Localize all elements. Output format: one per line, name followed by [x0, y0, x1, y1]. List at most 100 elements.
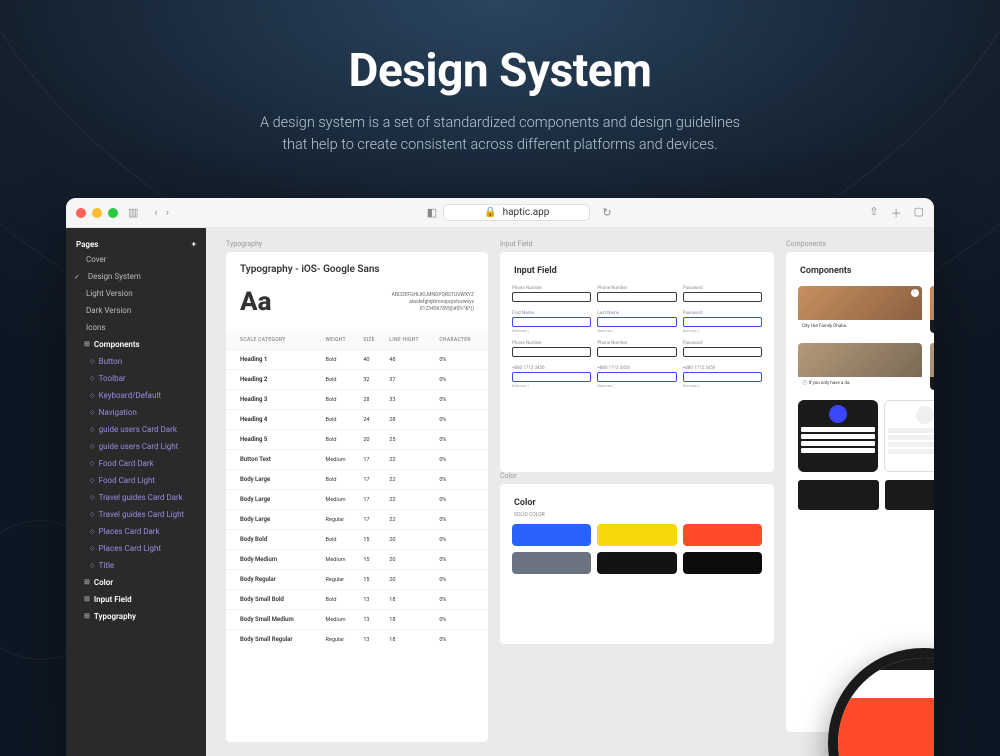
input-field-spec[interactable]: +880 1712 3456Bahman | — [683, 366, 762, 388]
nav-preview-light[interactable] — [884, 400, 934, 472]
input-field-spec[interactable]: PasswordBahman | — [683, 311, 762, 333]
browser-window: ▥ ‹ › ◧ 🔒 haptic.app ↻ ⇧ ＋ ▢ Pages+ Cove… — [66, 198, 934, 756]
sidebar-toggle-icon[interactable]: ▥ — [128, 206, 138, 219]
input-field-spec[interactable]: +880 1712 3456Bahman | — [597, 366, 676, 388]
input-field-spec[interactable]: Phone Number — [512, 286, 591, 303]
figma-sidebar[interactable]: Pages+ CoverDesign SystemLight VersionDa… — [66, 228, 206, 756]
forward-button[interactable]: › — [166, 206, 169, 219]
type-sample: Aa — [240, 287, 271, 317]
panel-label: Typography — [226, 240, 262, 248]
guide-card-light[interactable]: 🕐 If you only have a da — [798, 343, 922, 390]
sidebar-section-pages: Pages+ — [66, 236, 206, 251]
shield-icon[interactable]: ◧ — [427, 206, 437, 219]
sidebar-component-item[interactable]: guide users Card Light — [66, 438, 206, 455]
sidebar-component-item[interactable]: Navigation — [66, 404, 206, 421]
color-swatch[interactable] — [597, 524, 676, 546]
food-card-dark[interactable]: City Hut Family Dhaba — [930, 286, 934, 333]
input-field-spec[interactable]: Password — [683, 341, 762, 358]
type-scale-row: Heading 5Bold20250% — [226, 430, 488, 450]
sidebar-component-item[interactable]: Food Card Light — [66, 472, 206, 489]
sidebar-component-item[interactable]: Travel guides Card Dark — [66, 489, 206, 506]
type-scale-row: Body Small MediumMedium13180% — [226, 610, 488, 630]
input-field-spec[interactable]: Password — [683, 286, 762, 303]
color-swatch[interactable] — [597, 552, 676, 574]
alphabet-sample: ABCDEFGHIJKLMNOPQRSTUVWXYZ abcdefghijklm… — [392, 292, 474, 313]
type-scale-row: Body MediumMedium15200% — [226, 550, 488, 570]
panel-label: Components — [786, 240, 826, 248]
input-field-spec[interactable]: Phone Number — [512, 341, 591, 358]
input-field-title: Input Field — [500, 252, 774, 286]
guide-card-dark[interactable]: 🕐 If you only have a da — [930, 343, 934, 390]
sidebar-component-item[interactable]: Places Card Dark — [66, 523, 206, 540]
figma-canvas[interactable]: Typography Typography - iOS- Google Sans… — [206, 228, 934, 756]
sidebar-component-item[interactable]: Food Card Dark — [66, 455, 206, 472]
sidebar-component-item[interactable]: Button — [66, 353, 206, 370]
type-scale-row: Heading 3Bold28330% — [226, 390, 488, 410]
traffic-lights[interactable] — [76, 208, 118, 218]
sidebar-frame-item[interactable]: Input Field — [66, 591, 206, 608]
input-field-spec[interactable]: Last NameBahman | — [597, 311, 676, 333]
type-scale-row: Body Small BoldBold13180% — [226, 590, 488, 610]
heart-icon[interactable] — [911, 289, 919, 297]
url-text: haptic.app — [503, 207, 550, 218]
input-field-spec[interactable]: +880 1712 3456Bahman | — [512, 366, 591, 388]
panel-label: Color — [500, 472, 517, 480]
sidebar-section-components: Components — [66, 336, 206, 353]
sidebar-frame-item[interactable]: Typography — [66, 608, 206, 625]
nav-preview-dark[interactable] — [798, 400, 878, 472]
title-card-dark[interactable] — [798, 480, 879, 510]
browser-chrome: ▥ ‹ › ◧ 🔒 haptic.app ↻ ⇧ ＋ ▢ — [66, 198, 934, 228]
sidebar-page-item[interactable]: Design System — [66, 268, 206, 285]
sidebar-page-item[interactable]: Icons — [66, 319, 206, 336]
sidebar-page-item[interactable]: Dark Version — [66, 302, 206, 319]
sidebar-component-item[interactable]: Toolbar — [66, 370, 206, 387]
close-icon[interactable] — [76, 208, 86, 218]
type-scale-row: Heading 4Bold24280% — [226, 410, 488, 430]
type-scale-row: Body LargeMedium17220% — [226, 490, 488, 510]
input-field-spec[interactable]: First NameBahman | — [512, 311, 591, 333]
color-swatch[interactable] — [683, 552, 762, 574]
maximize-icon[interactable] — [108, 208, 118, 218]
type-scale-row: Body Small RegularRegular13180% — [226, 630, 488, 650]
sidebar-component-item[interactable]: Title — [66, 557, 206, 574]
type-scale-row: Heading 1Bold40480% — [226, 350, 488, 370]
title-card-dark[interactable] — [885, 480, 934, 510]
type-scale-row: Body LargeRegular17220% — [226, 510, 488, 530]
type-scale-row: Body LargeBold17220% — [226, 470, 488, 490]
typography-panel[interactable]: Typography Typography - iOS- Google Sans… — [226, 252, 488, 742]
minimize-icon[interactable] — [92, 208, 102, 218]
sidebar-page-item[interactable]: Light Version — [66, 285, 206, 302]
color-subtitle: SOLID COLOR — [500, 512, 774, 524]
panel-label: Input Field — [500, 240, 533, 248]
input-field-spec[interactable]: Phone Number — [597, 341, 676, 358]
new-tab-icon[interactable]: ＋ — [891, 205, 902, 221]
color-swatch[interactable] — [683, 524, 762, 546]
color-swatch[interactable] — [512, 552, 591, 574]
sidebar-component-item[interactable]: Travel guides Card Light — [66, 506, 206, 523]
sidebar-component-item[interactable]: Keyboard/Default — [66, 387, 206, 404]
typography-table: SCALE CATEGORYWEIGHTSIZELINE HIGHTCHARAC… — [226, 331, 488, 649]
sidebar-component-item[interactable]: guide users Card Dark — [66, 421, 206, 438]
type-scale-row: Body RegularRegular15200% — [226, 570, 488, 590]
tabs-icon[interactable]: ▢ — [914, 205, 924, 221]
input-field-spec[interactable]: Phone Number — [597, 286, 676, 303]
type-scale-row: Button TextMedium17220% — [226, 450, 488, 470]
components-panel[interactable]: Components Components City Hut Family Dh… — [786, 252, 934, 732]
color-title: Color — [500, 484, 774, 512]
sidebar-page-item[interactable]: Cover — [66, 251, 206, 268]
input-field-panel[interactable]: Input Field Input Field Phone NumberPhon… — [500, 252, 774, 472]
share-icon[interactable]: ⇧ — [869, 205, 878, 221]
address-bar[interactable]: 🔒 haptic.app — [443, 204, 590, 221]
lock-icon: 🔒 — [484, 207, 496, 218]
color-swatch[interactable] — [512, 524, 591, 546]
sidebar-frame-item[interactable]: Color — [66, 574, 206, 591]
type-scale-row: Body BoldBold15200% — [226, 530, 488, 550]
sidebar-component-item[interactable]: Places Card Light — [66, 540, 206, 557]
type-scale-row: Heading 2Bold32370% — [226, 370, 488, 390]
add-page-icon[interactable]: + — [192, 240, 196, 249]
food-card-light[interactable]: City Hut Family Dhaba — [798, 286, 922, 333]
typography-title: Typography - iOS- Google Sans — [226, 252, 488, 281]
back-button[interactable]: ‹ — [154, 206, 157, 219]
color-panel[interactable]: Color Color SOLID COLOR — [500, 484, 774, 644]
reload-icon[interactable]: ↻ — [602, 206, 611, 219]
